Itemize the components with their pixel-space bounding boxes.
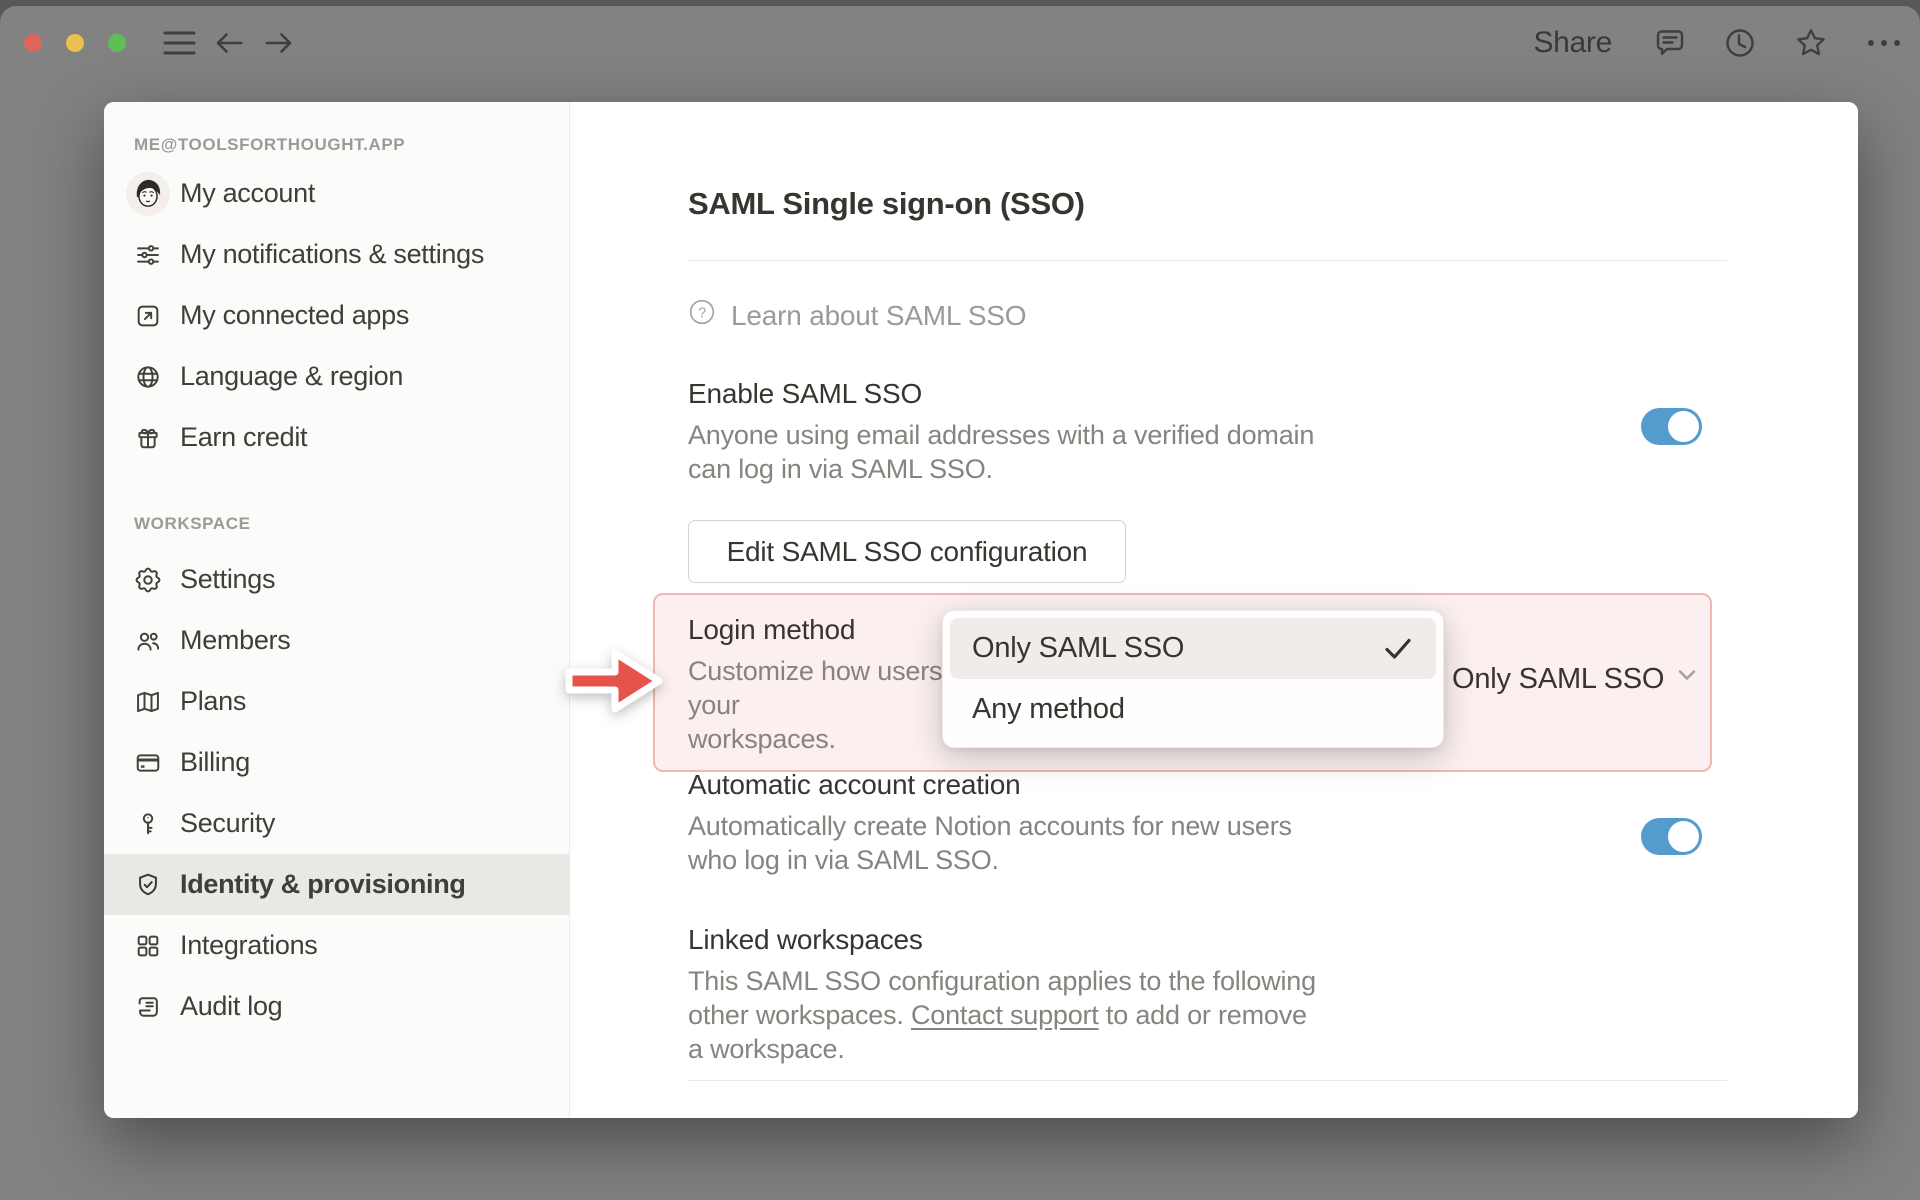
gift-icon (134, 424, 162, 452)
sidebar-item-plans[interactable]: Plans (104, 671, 569, 732)
sidebar-item-settings[interactable]: Settings (104, 549, 569, 610)
account-section-header: ME@TOOLSFORTHOUGHT.APP (134, 135, 406, 154)
sidebar-item-label: Settings (180, 564, 276, 594)
edit-saml-config-button[interactable]: Edit SAML SSO configuration (688, 520, 1126, 583)
menu-icon[interactable] (162, 26, 196, 60)
minimize-window-button[interactable] (66, 34, 84, 52)
login-method-selected-value: Only SAML SSO (1452, 662, 1665, 695)
sidebar-item-my-account[interactable]: My account (104, 163, 569, 224)
members-icon (134, 627, 162, 655)
grid-icon (134, 932, 162, 960)
toggle-knob (1668, 821, 1699, 852)
contact-support-link[interactable]: Contact support (911, 1000, 1099, 1030)
close-window-button[interactable] (24, 34, 42, 52)
window-controls (24, 34, 126, 52)
learn-link-label: Learn about SAML SSO (731, 299, 1027, 331)
map-icon (134, 688, 162, 716)
more-options-icon[interactable] (1866, 38, 1902, 48)
learn-about-saml-link[interactable]: ? Learn about SAML SSO (688, 298, 1027, 333)
zoom-window-button[interactable] (108, 34, 126, 52)
favorite-star-icon[interactable] (1794, 27, 1828, 60)
sidebar-item-label: Earn credit (180, 422, 308, 452)
dropdown-option-label: Only SAML SSO (972, 632, 1185, 664)
dropdown-option-any-method[interactable]: Any method (950, 679, 1436, 740)
login-method-select[interactable]: Only SAML SSO (1452, 662, 1700, 696)
dropdown-option-label: Any method (972, 693, 1125, 725)
auto-account-description: Automatically create Notion accounts for… (688, 811, 1292, 875)
sidebar-item-label: Integrations (180, 930, 318, 960)
workspace-section-header: WORKSPACE (134, 514, 251, 533)
sidebar-item-notifications-settings[interactable]: My notifications & settings (104, 224, 569, 285)
sliders-icon (134, 241, 162, 269)
sidebar-item-label: Security (180, 808, 276, 838)
enable-sso-toggle[interactable] (1641, 408, 1702, 445)
sidebar-item-label: Identity & provisioning (180, 869, 466, 899)
sidebar-item-connected-apps[interactable]: My connected apps (104, 285, 569, 346)
sidebar-item-label: Audit log (180, 991, 283, 1021)
shield-check-icon (134, 871, 162, 899)
sidebar-item-label: Plans (180, 686, 247, 716)
settings-modal: ME@TOOLSFORTHOUGHT.APP My account My not… (104, 102, 1858, 1118)
sidebar-item-label: My notifications & settings (180, 239, 485, 269)
auto-account-toggle[interactable] (1641, 818, 1702, 855)
dropdown-option-only-saml-sso[interactable]: Only SAML SSO (950, 618, 1436, 679)
titlebar: Share (0, 6, 1920, 80)
checkmark-icon (1382, 634, 1414, 664)
key-icon (134, 810, 162, 838)
forward-icon[interactable] (262, 26, 296, 60)
annotation-arrow-icon (562, 638, 666, 729)
sidebar-item-label: My connected apps (180, 300, 410, 330)
sidebar-item-identity-provisioning[interactable]: Identity & provisioning (104, 854, 569, 915)
enable-sso-heading: Enable SAML SSO (688, 378, 923, 409)
sidebar-item-earn-credit[interactable]: Earn credit (104, 407, 569, 468)
toggle-knob (1668, 411, 1699, 442)
enable-sso-description: Anyone using email addresses with a veri… (688, 420, 1315, 484)
user-avatar (127, 172, 169, 215)
sidebar-item-audit-log[interactable]: Audit log (104, 976, 569, 1037)
history-clock-icon[interactable] (1724, 27, 1756, 59)
scroll-icon (134, 993, 162, 1021)
sidebar-item-integrations[interactable]: Integrations (104, 915, 569, 976)
linked-workspaces-description: This SAML SSO configuration applies to t… (688, 964, 1316, 1066)
login-method-heading: Login method (688, 614, 856, 645)
sidebar-item-label: Language & region (180, 361, 404, 391)
sidebar-item-language-region[interactable]: Language & region (104, 346, 569, 407)
share-button[interactable]: Share (1529, 26, 1616, 60)
auto-account-heading: Automatic account creation (688, 769, 1021, 800)
comments-icon[interactable] (1654, 27, 1686, 59)
sidebar-item-billing[interactable]: Billing (104, 732, 569, 793)
help-circle-icon: ? (688, 298, 716, 333)
settings-content: SAML Single sign-on (SSO) ? Learn about … (565, 102, 1858, 1118)
sidebar-item-label: My account (180, 178, 316, 208)
globe-icon (134, 363, 162, 391)
divider (688, 260, 1727, 261)
chevron-down-icon (1674, 662, 1700, 696)
sidebar-item-label: Members (180, 625, 291, 655)
sidebar-item-security[interactable]: Security (104, 793, 569, 854)
page-title: SAML Single sign-on (SSO) (688, 186, 1085, 221)
connected-apps-icon (134, 302, 162, 330)
back-icon[interactable] (212, 26, 246, 60)
divider (688, 1080, 1727, 1081)
gear-icon (134, 566, 162, 594)
login-method-dropdown: Only SAML SSO Any method (942, 610, 1444, 748)
settings-sidebar: ME@TOOLSFORTHOUGHT.APP My account My not… (104, 102, 570, 1118)
sidebar-item-members[interactable]: Members (104, 610, 569, 671)
svg-text:?: ? (698, 305, 706, 321)
sidebar-item-label: Billing (180, 747, 250, 777)
credit-card-icon (134, 749, 162, 777)
linked-workspaces-heading: Linked workspaces (688, 924, 923, 955)
